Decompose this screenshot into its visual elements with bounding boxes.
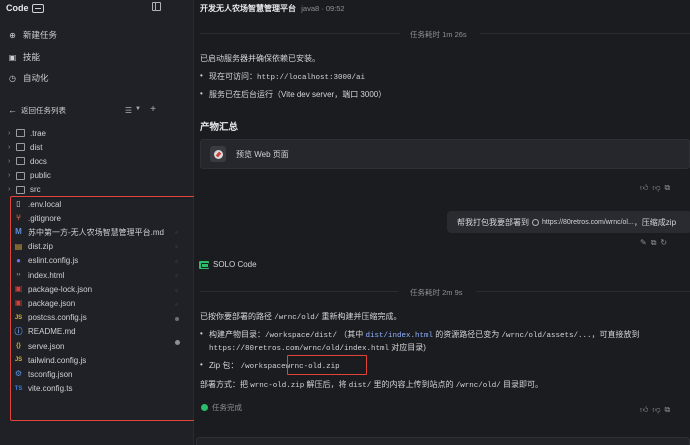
task-complete-status: 任务完成 [201,402,242,413]
chevron-right-icon: › [8,157,11,165]
folder-icon [16,157,25,166]
tree-folder-label: src [30,185,41,195]
brand-logo-icon [31,4,44,13]
main-panel: 开发无人农场智慧管理平台 java8 · 09:52 任务耗时 1m 26s 已… [194,0,690,445]
tree-folder[interactable]: › src [8,183,41,197]
copy-icon[interactable]: ⧉ [665,405,675,414]
copy-icon[interactable]: ⧉ [665,183,675,192]
chevron-right-icon: › [8,129,11,137]
sidebar: Code ⊕ 新建任务 ▣ 技能 ◷ 自动化 ← 返回任务列表 ☰ ▼ + ›.… [0,0,196,445]
back-to-task-list[interactable]: ← 返回任务列表 ☰ ▼ + [8,103,188,117]
folder-icon [16,129,25,137]
brand-name: Code [6,2,29,13]
build-complete-message: 已按你要部署的路径 /wrnc/old/ 重新构建并压缩完成。 [200,312,402,322]
new-task-icon: ⊕ [9,30,16,40]
tree-folder[interactable]: › .trae [8,126,46,140]
status-message: 已启动服务器并确保依赖已安装。 [200,54,320,63]
folder-icon [16,185,25,194]
thumbs-down-icon[interactable]: 👎︎ [652,183,664,192]
chevron-right-icon: › [8,186,11,194]
copy-icon[interactable]: ⧉ [651,238,661,247]
message-actions-2[interactable]: ✎⧉↻ [640,238,671,248]
tree-folder-label: .trae [30,128,47,138]
list-view-icon[interactable]: ☰ [125,106,132,115]
chat-input[interactable] [196,437,690,445]
bullet-server-running: 服务已在后台运行（Vite dev server，端口 3000） [200,89,386,100]
task-duration-2: 任务耗时 2m 9s [410,288,463,297]
nav-label: 技能 [23,52,41,62]
title-subtitle: java8 · 09:52 [301,4,345,13]
preview-label: 预览 Web 页面 [236,149,289,159]
message-actions-1[interactable]: 👍︎👎︎⧉ [640,183,674,193]
thumbs-down-icon[interactable]: 👎︎ [652,405,664,414]
folder-icon [16,171,25,180]
task-duration-1: 任务耗时 1m 26s [410,30,467,39]
section-title: 产物汇总 [200,122,239,133]
bullet-build-output: 构建产物目录：/workspace/dist/ （其中 dist/index.h… [200,329,639,340]
preview-web-page-card[interactable]: 预览 Web 页面 [200,139,690,169]
deploy-instructions: 部署方式：把 wrnc-old.zip 解压后，将 dist/ 里的内容上传到站… [200,380,543,390]
redo-icon[interactable]: ↻ [660,238,671,247]
page-title: 开发无人农场智慧管理平台 java8 · 09:52 [200,3,345,14]
nav-new-task[interactable]: ⊕ 新建任务 [8,28,57,42]
bullet-build-output-line2: https://80retros.com/wrnc/old/index.html… [209,343,426,353]
tree-folder[interactable]: › public [8,169,51,183]
bullet-access-url: 现在可访问：http://localhost:3000/ai [200,71,365,82]
tree-folder[interactable]: › docs [8,154,47,168]
thumbs-up-icon[interactable]: 👍︎ [640,183,652,192]
back-label: 返回任务列表 [21,105,66,115]
automation-icon: ◷ [9,73,16,83]
message-actions-3[interactable]: 👍︎👎︎⧉ [640,405,674,415]
annotation-highlight-zip [287,355,367,375]
chevron-down-icon[interactable]: ▼ [135,106,141,112]
thumbs-up-icon[interactable]: 👍︎ [640,405,652,414]
nav-label: 自动化 [23,73,49,83]
sidebar-topbar: Code [0,0,193,15]
agent-label: SOLO Code [199,260,257,269]
panel-toggle-icon[interactable] [152,2,161,11]
title-text: 开发无人农场智慧管理平台 [200,4,296,13]
tree-folder-label: dist [30,142,43,152]
nav-automation[interactable]: ◷ 自动化 [8,71,49,85]
folder-icon [16,143,25,152]
user-message: 帮我打包我要部署到 https://80retros.com/wrnc/ol..… [447,211,690,233]
nav-label: 新建任务 [23,30,58,40]
edit-icon[interactable]: ✎ [640,238,651,247]
solo-code-icon [199,260,209,269]
skills-icon: ▣ [8,52,17,62]
localhost-url[interactable]: http://localhost:3000/ai [257,74,365,82]
nav-skills[interactable]: ▣ 技能 [8,50,40,64]
dist-index-link[interactable]: dist/index.html [365,332,433,340]
chevron-right-icon: › [8,143,11,151]
annotation-highlight-files [10,196,196,421]
compass-icon [210,146,226,162]
back-arrow-icon: ← [8,105,17,115]
chevron-right-icon: › [8,172,11,180]
user-message-url[interactable]: https://80retros.com/wrnc/ol... [542,219,634,226]
globe-icon [532,218,539,226]
tree-folder[interactable]: › dist [8,140,42,154]
check-circle-icon [201,404,208,411]
tree-folder-label: docs [30,156,47,166]
add-icon[interactable]: + [150,104,156,115]
tree-folder-label: public [30,171,51,181]
